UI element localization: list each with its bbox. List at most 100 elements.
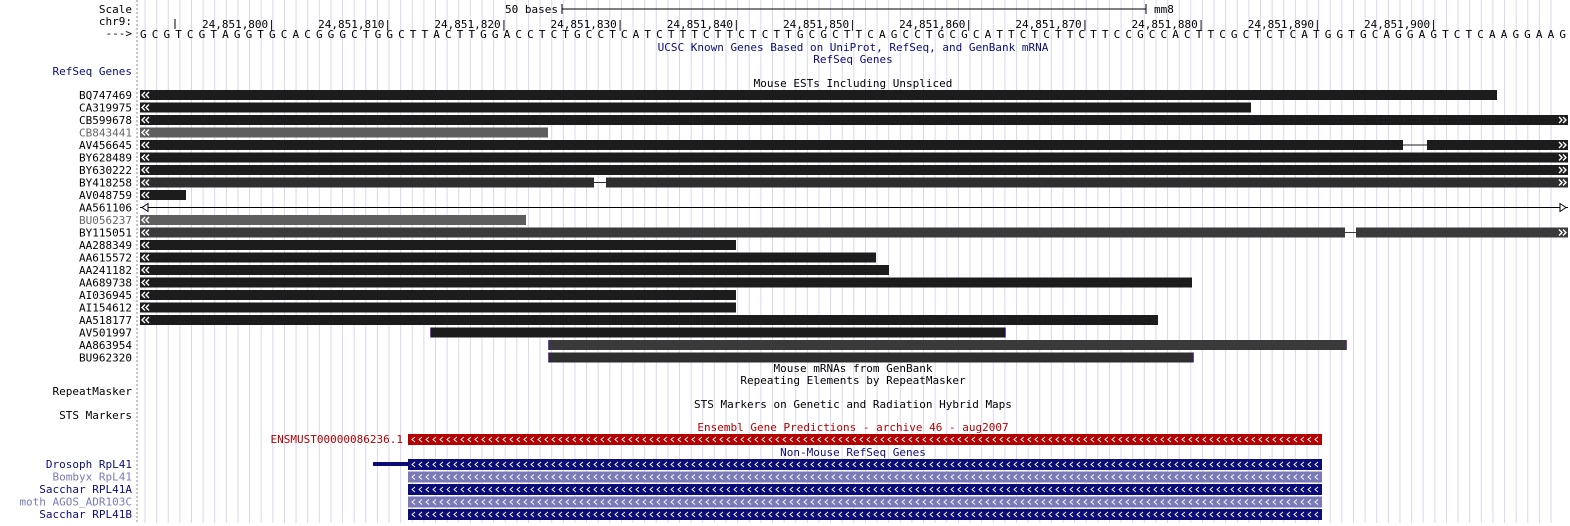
est-block[interactable] xyxy=(140,215,526,225)
est-block[interactable] xyxy=(140,227,1345,238)
est-block[interactable] xyxy=(140,315,1158,325)
est-row: BY115051 xyxy=(79,227,1568,240)
est-block[interactable] xyxy=(140,127,548,138)
est-label[interactable]: BY628489 xyxy=(79,152,132,165)
nonmouse-title: Non-Mouse RefSeq Genes xyxy=(780,446,926,459)
ensembl-gene[interactable]: ENSMUST00000086236.1 xyxy=(271,433,1322,446)
est-block[interactable] xyxy=(140,302,736,313)
nonmouse-gene-label[interactable]: Sacchar RPL41A xyxy=(39,483,132,496)
est-start-mark xyxy=(548,340,549,350)
est-label[interactable]: BQ747469 xyxy=(79,89,132,102)
scale-bar-text: 50 bases xyxy=(505,3,558,16)
est-block[interactable] xyxy=(140,177,594,188)
est-label[interactable]: CB599678 xyxy=(79,114,132,127)
est-label[interactable]: AV048759 xyxy=(79,189,132,202)
est-row: AV501997 xyxy=(79,327,1006,340)
est-label[interactable]: BU962320 xyxy=(79,352,132,365)
est-end-mark xyxy=(1193,352,1194,363)
est-label[interactable]: CB843441 xyxy=(79,127,132,140)
est-row: BY630222 xyxy=(79,164,1568,177)
est-block[interactable] xyxy=(140,290,736,300)
ests-title: Mouse ESTs Including Unspliced xyxy=(754,77,953,90)
est-block[interactable] xyxy=(140,277,1192,288)
est-label[interactable]: BU056237 xyxy=(79,214,132,227)
est-row: AA241182 xyxy=(79,264,889,277)
est-block[interactable] xyxy=(430,327,1006,338)
est-row: BU962320 xyxy=(79,352,1194,365)
est-row: BY628489 xyxy=(79,152,1568,165)
est-label[interactable]: AI036945 xyxy=(79,289,132,302)
ensembl-gene-label[interactable]: ENSMUST00000086236.1 xyxy=(271,433,403,446)
refseq-title: RefSeq Genes xyxy=(813,53,892,66)
est-block[interactable] xyxy=(140,165,1568,175)
est-label[interactable]: BY630222 xyxy=(79,164,132,177)
est-row: AV456645 xyxy=(79,139,1568,152)
est-row: BY418258 xyxy=(79,177,1568,190)
est-row: AA561106 xyxy=(79,202,1568,215)
est-row: CB843441 xyxy=(79,127,548,140)
est-row: AI154612 xyxy=(79,302,736,315)
est-block[interactable] xyxy=(140,240,736,250)
est-row: AA615572 xyxy=(79,252,876,265)
nonmouse-gene-label[interactable]: Bombyx RpL41 xyxy=(53,471,132,484)
sts-title: STS Markers on Genetic and Radiation Hyb… xyxy=(694,398,1012,411)
est-block[interactable] xyxy=(1356,227,1568,238)
est-block[interactable] xyxy=(140,115,1568,125)
est-label[interactable]: BY418258 xyxy=(79,177,132,190)
repeat-title: Repeating Elements by RepeatMasker xyxy=(740,374,966,387)
est-block[interactable] xyxy=(140,90,1497,100)
tracks-area: UCSC Known Genes Based on UniProt, RefSe… xyxy=(19,41,1568,521)
sts-side-label[interactable]: STS Markers xyxy=(59,409,132,422)
nonmouse-gene-row: Drosoph RpL41 xyxy=(46,458,1322,471)
est-label[interactable]: AA241182 xyxy=(79,264,132,277)
refseq-side-label[interactable]: RefSeq Genes xyxy=(53,65,132,78)
nonmouse-gene-label[interactable]: moth AGOS_ADR103C xyxy=(19,496,132,509)
est-start-mark xyxy=(548,352,549,363)
est-label[interactable]: AA288349 xyxy=(79,239,132,252)
genome-browser-view: Scale chr9: ---> 50 bases mm8 24,851,800| 24,8… xyxy=(0,0,1570,523)
nonmouse-gene-row: Bombyx RpL41 xyxy=(53,471,1322,484)
ensembl-title: Ensembl Gene Predictions - archive 46 - … xyxy=(697,421,1008,434)
est-block[interactable] xyxy=(548,340,1347,350)
est-row: CA319975 xyxy=(79,102,1251,115)
est-row: AI036945 xyxy=(79,289,736,302)
est-label[interactable]: AA863954 xyxy=(79,339,132,352)
est-label[interactable]: AV501997 xyxy=(79,327,132,340)
nonmouse-gene-row: Sacchar RPL41B xyxy=(39,508,1322,521)
browser-image[interactable]: Scalechr9:--->50 bases mm824,851,800| 24,8… xyxy=(0,0,1570,523)
gene-utr xyxy=(373,462,408,466)
est-label[interactable]: AA689738 xyxy=(79,277,132,290)
est-end-mark xyxy=(1346,340,1347,350)
est-end-mark xyxy=(1005,327,1006,338)
est-block[interactable] xyxy=(140,265,889,275)
nonmouse-gene-row: Sacchar RPL41A xyxy=(39,483,1322,496)
est-row: AA288349 xyxy=(79,239,736,252)
est-label[interactable]: AA615572 xyxy=(79,252,132,265)
strand-label: ---> xyxy=(106,27,133,40)
est-block[interactable] xyxy=(1427,140,1568,150)
est-label[interactable]: AV456645 xyxy=(79,139,132,152)
est-row: CB599678 xyxy=(79,114,1568,127)
est-row: AA518177 xyxy=(79,314,1158,327)
est-block[interactable] xyxy=(140,102,1251,113)
est-block[interactable] xyxy=(606,177,1568,188)
est-block[interactable] xyxy=(140,152,1568,163)
est-row: BQ747469 xyxy=(79,89,1497,102)
est-label[interactable]: AA561106 xyxy=(79,202,132,215)
right-arrow-icon xyxy=(1559,202,1567,213)
est-block[interactable] xyxy=(140,140,1403,150)
est-label[interactable]: AI154612 xyxy=(79,302,132,315)
repeatmasker-side-label[interactable]: RepeatMasker xyxy=(53,385,133,398)
est-label[interactable]: BY115051 xyxy=(79,227,132,240)
est-start-mark xyxy=(430,327,431,338)
nonmouse-gene-label[interactable]: Sacchar RPL41B xyxy=(39,508,132,521)
est-label[interactable]: AA518177 xyxy=(79,314,132,327)
est-label[interactable]: CA319975 xyxy=(79,102,132,115)
assembly-label: mm8 xyxy=(1154,3,1174,16)
est-block[interactable] xyxy=(140,252,876,263)
est-row: AV048759 xyxy=(79,189,186,202)
est-row: AA863954 xyxy=(79,339,1347,352)
est-row: AA689738 xyxy=(79,277,1192,290)
nonmouse-gene-label[interactable]: Drosoph RpL41 xyxy=(46,458,132,471)
est-block[interactable] xyxy=(548,352,1194,363)
